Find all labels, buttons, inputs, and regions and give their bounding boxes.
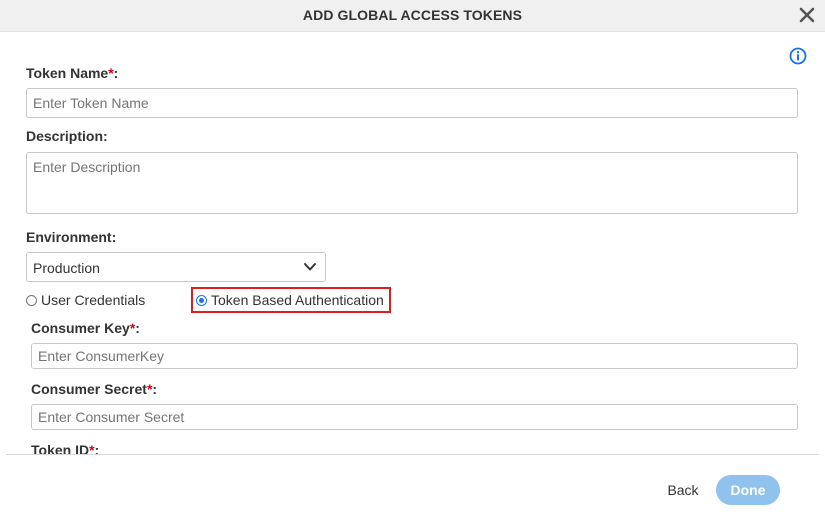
consumer-secret-label-text: Consumer Secret bbox=[31, 381, 147, 397]
label-colon: : bbox=[113, 65, 119, 81]
dialog-header: ADD GLOBAL ACCESS TOKENS bbox=[0, 0, 825, 32]
scroll-clip: Token ID*: bbox=[0, 436, 825, 454]
consumer-secret-label: Consumer Secret*: bbox=[31, 381, 157, 397]
footer-divider bbox=[6, 454, 819, 455]
chevron-down-icon bbox=[304, 263, 316, 271]
label-colon: : bbox=[152, 381, 158, 397]
radio-button[interactable] bbox=[26, 294, 37, 306]
info-icon[interactable] bbox=[789, 47, 807, 65]
description-label: Description: bbox=[26, 128, 108, 144]
token-name-label-text: Token Name bbox=[26, 65, 109, 81]
radio-label: Token Based Authentication bbox=[211, 292, 384, 308]
token-id-label: Token ID*: bbox=[31, 442, 99, 454]
description-input[interactable] bbox=[26, 152, 798, 214]
consumer-secret-input[interactable] bbox=[31, 404, 798, 430]
radio-user-credentials[interactable]: User Credentials bbox=[26, 292, 145, 308]
label-colon: : bbox=[135, 320, 140, 336]
radio-button-checked[interactable] bbox=[196, 294, 207, 306]
done-button[interactable]: Done bbox=[716, 475, 780, 505]
back-button[interactable]: Back bbox=[656, 476, 710, 504]
label-colon: : bbox=[94, 442, 100, 454]
radio-token-based-authentication[interactable]: Token Based Authentication bbox=[196, 292, 384, 308]
environment-select[interactable]: Production bbox=[26, 252, 326, 282]
consumer-key-label: Consumer Key*: bbox=[31, 320, 140, 336]
dialog-title: ADD GLOBAL ACCESS TOKENS bbox=[302, 7, 523, 23]
token-name-label: Token Name*: bbox=[26, 65, 118, 81]
radio-label: User Credentials bbox=[41, 292, 146, 308]
environment-selected-value: Production bbox=[33, 260, 100, 276]
token-id-label-text: Token ID bbox=[31, 442, 90, 454]
consumer-key-label-text: Consumer Key bbox=[31, 320, 130, 336]
close-icon[interactable] bbox=[798, 6, 816, 24]
token-name-input[interactable] bbox=[26, 88, 798, 118]
environment-label: Environment: bbox=[26, 229, 117, 245]
consumer-key-input[interactable] bbox=[31, 343, 798, 369]
